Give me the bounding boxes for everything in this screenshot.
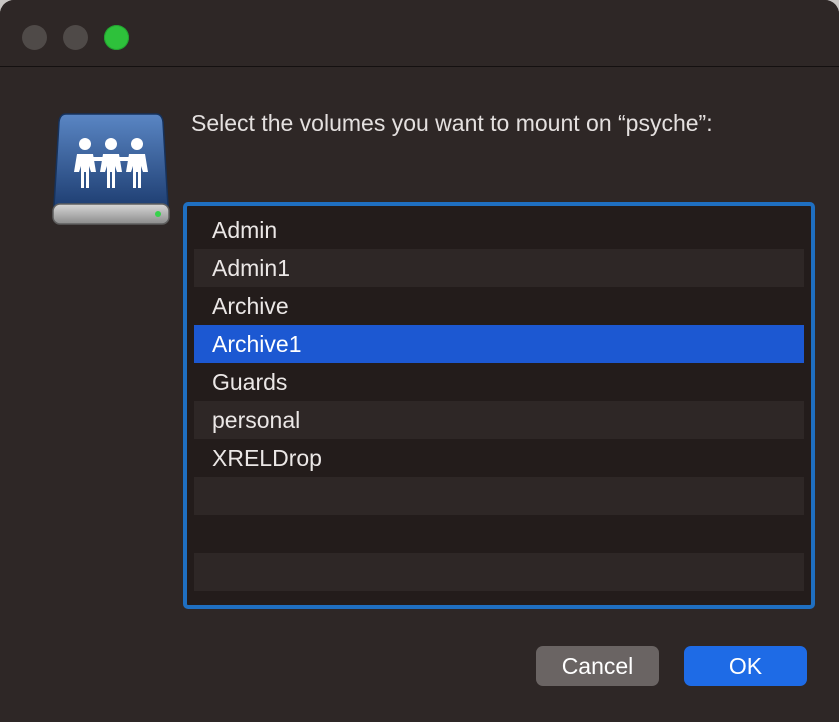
volume-list-content[interactable]: Admin Admin1 Archive Archive1 Guards personal… <box>194 211 804 600</box>
volume-list-item[interactable]: personal <box>194 401 804 439</box>
close-window-button[interactable] <box>22 25 47 50</box>
shared-network-drive-icon <box>52 110 170 228</box>
ok-button[interactable]: OK <box>684 646 807 686</box>
volume-list[interactable]: Admin Admin1 Archive Archive1 Guards personal… <box>183 202 815 609</box>
volume-list-item[interactable]: Guards <box>194 363 804 401</box>
minimize-window-button[interactable] <box>63 25 88 50</box>
empty-list-row <box>194 477 804 515</box>
volume-list-item[interactable]: Admin <box>194 211 804 249</box>
dialog-prompt: Select the volumes you want to mount on … <box>191 110 713 136</box>
cancel-button[interactable]: Cancel <box>536 646 659 686</box>
mount-volumes-dialog: Select the volumes you want to mount on … <box>0 0 839 722</box>
volume-list-item[interactable]: Archive <box>194 287 804 325</box>
title-bar <box>0 0 839 67</box>
empty-list-row <box>194 515 804 553</box>
empty-list-row <box>194 553 804 591</box>
volume-list-item[interactable]: Admin1 <box>194 249 804 287</box>
zoom-window-button[interactable] <box>104 25 129 50</box>
volume-list-item[interactable]: Archive1 <box>194 325 804 363</box>
volume-list-item[interactable]: XRELDrop <box>194 439 804 477</box>
